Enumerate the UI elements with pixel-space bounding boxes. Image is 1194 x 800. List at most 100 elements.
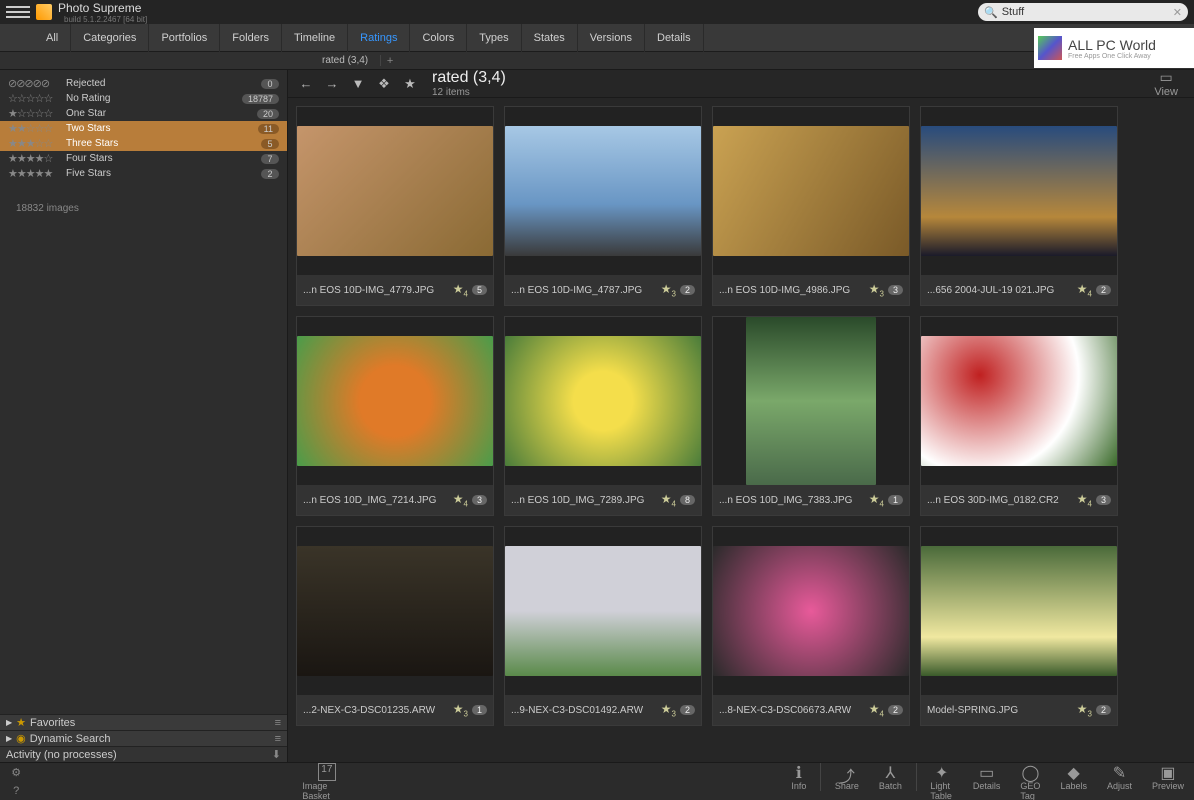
rating-row[interactable]: ★★☆☆☆Two Stars11	[0, 121, 287, 136]
rating-star-icon: ★3	[453, 702, 468, 718]
rating-star-icon: ★4	[453, 492, 468, 508]
gear-icon[interactable]: ⚙	[11, 766, 21, 779]
hamburger-menu[interactable]	[6, 0, 30, 24]
tab-all[interactable]: All	[34, 24, 71, 52]
thumbnail-card[interactable]: ...n EOS 30D-IMG_0182.CR2 ★4 3	[920, 316, 1118, 516]
thumbnail-card[interactable]: ...9-NEX-C3-DSC01492.ARW ★3 2	[504, 526, 702, 726]
footer-labels[interactable]: ◆Labels	[1050, 763, 1097, 800]
image-basket[interactable]: 17 Image Basket	[292, 763, 361, 800]
search-input[interactable]	[1002, 6, 1173, 18]
tab-ratings[interactable]: Ratings	[348, 24, 410, 52]
file-name: ...2-NEX-C3-DSC01235.ARW	[303, 705, 449, 716]
version-badge: 2	[680, 705, 695, 715]
footer-adjust[interactable]: ✎Adjust	[1097, 763, 1142, 800]
version-badge: 5	[472, 285, 487, 295]
version-badge: 2	[680, 285, 695, 295]
search-icon: 🔍	[984, 6, 998, 19]
file-name: ...n EOS 10D_IMG_7383.JPG	[719, 495, 865, 506]
thumbnail-card[interactable]: ...n EOS 10D-IMG_4779.JPG ★4 5	[296, 106, 494, 306]
rating-label: Four Stars	[66, 153, 261, 164]
favorites-panel[interactable]: ▶★ Favorites≡	[0, 714, 287, 730]
thumbnail-card[interactable]: ...n EOS 10D_IMG_7383.JPG★41	[712, 316, 910, 516]
dynamic-search-panel[interactable]: ▶◉ Dynamic Search≡	[0, 730, 287, 746]
file-name: ...9-NEX-C3-DSC01492.ARW	[511, 705, 657, 716]
rating-count: 18787	[242, 94, 279, 104]
stars-icon: ★☆☆☆☆	[8, 107, 66, 120]
thumbnail-card[interactable]: ...n EOS 10D-IMG_4986.JPG ★3 3	[712, 106, 910, 306]
file-name: ...656 2004-JUL-19 021.JPG	[927, 285, 1073, 296]
tab-portfolios[interactable]: Portfolios	[149, 24, 220, 52]
thumbnail-card[interactable]: ...n EOS 10D_IMG_7289.JPG ★4 8	[504, 316, 702, 516]
tab-details[interactable]: Details	[645, 24, 704, 52]
back-button[interactable]: ←	[296, 74, 316, 94]
footer-batch[interactable]: ⅄Batch	[869, 763, 912, 800]
activity-panel[interactable]: Activity (no processes)⬇	[0, 746, 287, 762]
app-build: build 5.1.2.2467 [64 bit]	[64, 15, 147, 24]
footer-preview[interactable]: ▣Preview	[1142, 763, 1194, 800]
view-toggle[interactable]: ▭ View	[1154, 70, 1186, 98]
stars-icon: ★★★★★	[8, 167, 66, 180]
footer-details[interactable]: ▭Details	[963, 763, 1011, 800]
forward-button[interactable]: →	[322, 74, 342, 94]
rating-star-icon: ★4	[453, 282, 468, 298]
tab-types[interactable]: Types	[467, 24, 521, 52]
help-icon[interactable]: ?	[13, 785, 19, 797]
version-badge: 3	[888, 285, 903, 295]
rating-row[interactable]: ★☆☆☆☆One Star20	[0, 106, 287, 121]
file-name: ...n EOS 10D-IMG_4779.JPG	[303, 285, 449, 296]
footer-share[interactable]: ⤴Share	[825, 763, 869, 800]
rating-star-icon: ★4	[1077, 492, 1092, 508]
subtab[interactable]: rated (3,4)	[310, 55, 381, 66]
version-badge: 8	[680, 495, 695, 505]
rating-count: 0	[261, 79, 279, 89]
clear-search-icon[interactable]: ✕	[1173, 6, 1182, 19]
rating-row[interactable]: ★★★★☆Four Stars7	[0, 151, 287, 166]
stars-icon: ★★★☆☆	[8, 137, 66, 150]
version-badge: 3	[472, 495, 487, 505]
thumbnail-card[interactable]: ...n EOS 10D_IMG_7214.JPG ★4 3	[296, 316, 494, 516]
rating-row[interactable]: ★★★★★Five Stars2	[0, 166, 287, 181]
file-name: ...n EOS 10D_IMG_7289.JPG	[511, 495, 657, 506]
rating-label: No Rating	[66, 93, 242, 104]
tab-states[interactable]: States	[522, 24, 578, 52]
footer-info[interactable]: ℹInfo	[781, 763, 816, 800]
filter-icon[interactable]: ▼	[348, 74, 368, 94]
thumbnail-card[interactable]: ...n EOS 10D-IMG_4787.JPG★32	[504, 106, 702, 306]
file-name: ...n EOS 10D_IMG_7214.JPG	[303, 495, 449, 506]
rating-count: 5	[261, 139, 279, 149]
tab-folders[interactable]: Folders	[220, 24, 282, 52]
thumbnail-card[interactable]: ...2-NEX-C3-DSC01235.ARW★31	[296, 526, 494, 726]
tab-versions[interactable]: Versions	[578, 24, 645, 52]
thumbnail-card[interactable]: ...8-NEX-C3-DSC06673.ARW★42	[712, 526, 910, 726]
star-icon[interactable]: ★	[400, 74, 420, 94]
add-tab-button[interactable]: +	[381, 55, 399, 67]
footer-geo-tag[interactable]: ◯GEO Tag	[1010, 763, 1050, 800]
thumbnail-card[interactable]: Model-SPRING.JPG★32	[920, 526, 1118, 726]
stars-icon: ⊘⊘⊘⊘⊘	[8, 77, 66, 90]
rating-row[interactable]: ★★★☆☆Three Stars5	[0, 136, 287, 151]
rating-star-icon: ★4	[1077, 282, 1092, 298]
tab-colors[interactable]: Colors	[410, 24, 467, 52]
rating-row[interactable]: ☆☆☆☆☆No Rating18787	[0, 91, 287, 106]
footer-light-table[interactable]: ✦Light Table	[920, 763, 962, 800]
stack-icon[interactable]: ❖	[374, 74, 394, 94]
file-name: ...n EOS 30D-IMG_0182.CR2	[927, 495, 1073, 506]
stars-icon: ★★★★☆	[8, 152, 66, 165]
rating-star-icon: ★3	[869, 282, 884, 298]
rating-count: 11	[258, 124, 279, 134]
tab-categories[interactable]: Categories	[71, 24, 149, 52]
rating-row[interactable]: ⊘⊘⊘⊘⊘Rejected0	[0, 76, 287, 91]
stars-icon: ★★☆☆☆	[8, 122, 66, 135]
thumbnail-card[interactable]: ...656 2004-JUL-19 021.JPG★42	[920, 106, 1118, 306]
rating-star-icon: ★3	[661, 702, 676, 718]
tab-timeline[interactable]: Timeline	[282, 24, 348, 52]
version-badge: 3	[1096, 495, 1111, 505]
search-box[interactable]: 🔍 ✕	[978, 3, 1188, 21]
version-badge: 2	[1096, 705, 1111, 715]
rating-count: 20	[257, 109, 279, 119]
rating-label: Two Stars	[66, 123, 258, 134]
rating-label: Rejected	[66, 78, 261, 89]
stars-icon: ☆☆☆☆☆	[8, 92, 66, 105]
rating-star-icon: ★4	[661, 492, 676, 508]
file-name: ...n EOS 10D-IMG_4986.JPG	[719, 285, 865, 296]
